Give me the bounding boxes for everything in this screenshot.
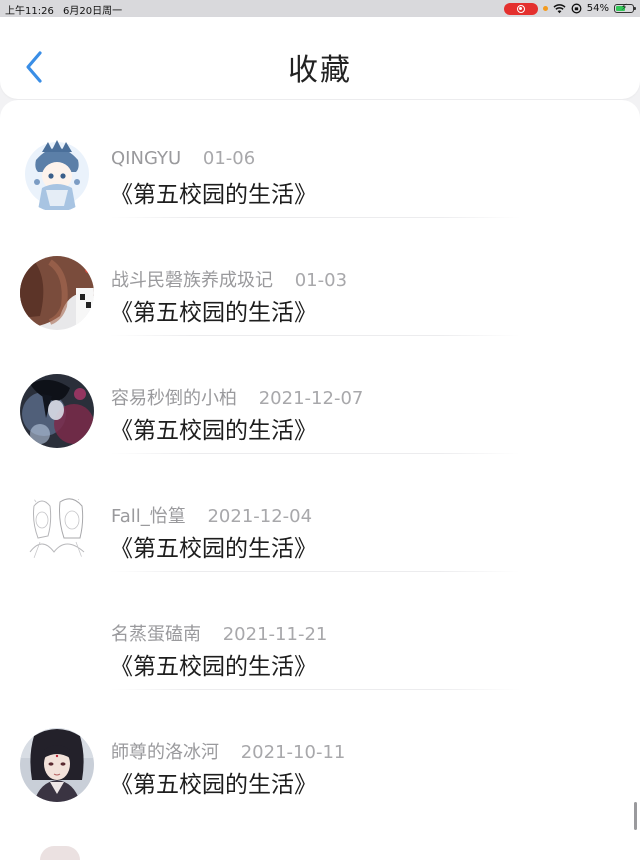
battery-percent: 54% — [586, 3, 609, 14]
item-date: 2021-11-21 — [222, 624, 328, 645]
status-time: 上午11:26 — [5, 6, 54, 17]
battery-icon: ⚡ — [614, 3, 636, 13]
status-time-date: 上午11:26 6月20日周一 — [5, 2, 128, 17]
favorite-item[interactable]: Fall_怡篁 2021-12-04 《第五校园的生活》 — [0, 454, 640, 572]
item-username: 战斗民磬族养成圾记 — [111, 270, 273, 291]
item-meta: 容易秒倒的小柏 2021-12-07 — [111, 384, 363, 410]
item-username: 師尊的洛冰河 — [111, 742, 219, 763]
item-title[interactable]: 《第五校园的生活》 — [110, 175, 317, 209]
blank-avatar[interactable] — [20, 610, 94, 684]
favorite-item[interactable]: 容易秒倒的小柏 2021-12-07 《第五校园的生活》 — [0, 336, 640, 454]
status-icons: 54% ⚡ — [503, 2, 636, 15]
item-date: 2021-12-04 — [207, 506, 313, 527]
item-username: Fall_怡篁 — [111, 506, 186, 527]
favorite-item[interactable]: 战斗民磬族养成圾记 01-03 《第五校园的生活》 — [0, 218, 640, 336]
page-title: 收藏 — [288, 53, 352, 88]
item-username: 名蒸蛋磕南 — [111, 624, 201, 645]
item-title[interactable]: 《第五校园的生活》 — [110, 411, 317, 445]
favorite-item[interactable]: 師尊的洛冰河 2021-10-11 《第五校园的生活》 — [0, 690, 640, 808]
rotation-lock-icon — [571, 3, 582, 14]
favorite-item[interactable]: 名蒸蛋磕南 2021-11-21 《第五校园的生活》 — [0, 572, 640, 690]
item-title[interactable]: 《第五校园的生活》 — [110, 765, 317, 799]
dark-anime-avatar[interactable] — [20, 374, 94, 448]
status-date: 6月20日周一 — [63, 6, 123, 17]
sketch-anime-avatar[interactable] — [20, 492, 94, 566]
item-date: 01-06 — [202, 148, 256, 169]
next-item-peek — [40, 846, 80, 860]
item-meta: 战斗民磬族养成圾记 01-03 — [111, 266, 347, 292]
mic-indicator-icon — [542, 6, 548, 11]
item-meta: 名蒸蛋磕南 2021-11-21 — [111, 620, 327, 646]
wifi-icon — [553, 3, 566, 14]
item-meta: Fall_怡篁 2021-12-04 — [111, 502, 312, 528]
screen-record-icon[interactable] — [503, 2, 538, 15]
status-bar: 上午11:26 6月20日周一 54% ⚡ — [0, 0, 640, 17]
hair-photo-avatar[interactable] — [20, 256, 94, 330]
item-title[interactable]: 《第五校园的生活》 — [110, 529, 317, 563]
anime-portrait-avatar[interactable] — [20, 728, 94, 802]
item-date: 2021-12-07 — [258, 388, 364, 409]
favorite-item[interactable]: QINGYU 01-06 《第五校园的生活》 — [0, 100, 640, 218]
scrollbar-thumb[interactable] — [634, 802, 637, 830]
favorites-list: QINGYU 01-06 《第五校园的生活》 战斗民磬族养成圾记 01-03 《… — [0, 100, 640, 860]
item-date: 01-03 — [294, 270, 348, 291]
item-username: 容易秒倒的小柏 — [111, 388, 237, 409]
item-meta: QINGYU 01-06 — [111, 148, 255, 169]
item-meta: 師尊的洛冰河 2021-10-11 — [111, 738, 345, 764]
item-username: QINGYU — [111, 148, 182, 169]
item-date: 2021-10-11 — [240, 742, 346, 763]
item-title[interactable]: 《第五校园的生活》 — [110, 293, 317, 327]
header: 收藏 — [0, 17, 640, 99]
item-title[interactable]: 《第五校园的生活》 — [110, 647, 317, 681]
anime-chibi-avatar[interactable] — [20, 138, 94, 212]
